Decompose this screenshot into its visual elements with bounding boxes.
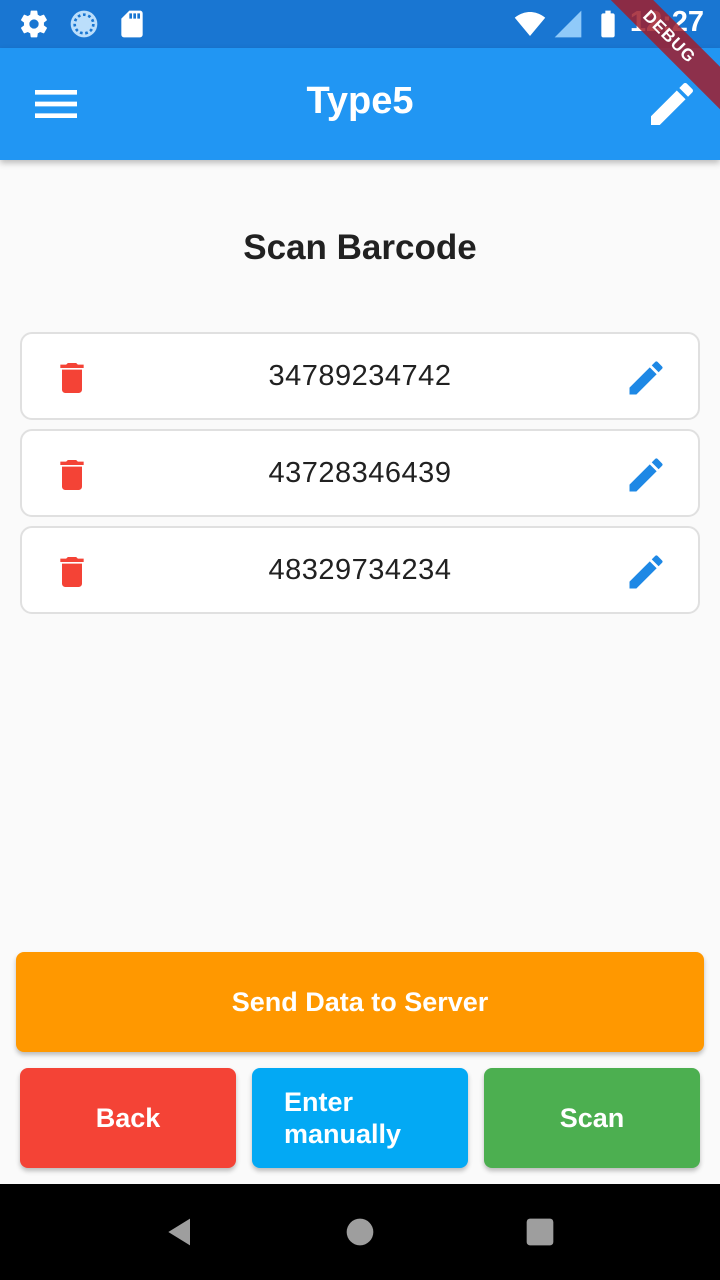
barcode-value: 43728346439 bbox=[268, 457, 452, 489]
edit-icon[interactable] bbox=[624, 550, 668, 594]
wifi-icon bbox=[514, 12, 546, 36]
scan-button-label: Scan bbox=[559, 1102, 625, 1133]
list-item: 43728346439 bbox=[20, 429, 700, 517]
barcode-list: 34789234742 43728346439 48329734234 bbox=[20, 332, 700, 623]
list-item: 34789234742 bbox=[20, 332, 700, 420]
screen: 12:27 Type5 DEBUG Scan Barcode 347892347… bbox=[0, 0, 720, 1280]
signal-icon bbox=[554, 10, 582, 38]
barcode-value: 48329734234 bbox=[268, 554, 452, 586]
enter-manually-line1: Enter bbox=[284, 1087, 354, 1117]
enter-manually-line2: manually bbox=[284, 1119, 402, 1149]
sd-card-icon bbox=[121, 10, 143, 38]
page-heading: Scan Barcode bbox=[243, 228, 477, 267]
back-button-label: Back bbox=[95, 1102, 161, 1133]
edit-icon[interactable] bbox=[644, 76, 700, 132]
enter-manually-button[interactable]: Enter manually bbox=[252, 1068, 468, 1168]
scan-button[interactable]: Scan bbox=[484, 1068, 700, 1168]
battery-icon bbox=[601, 10, 615, 38]
edit-icon[interactable] bbox=[624, 356, 668, 400]
send-data-button[interactable]: Send Data to Server bbox=[16, 952, 704, 1052]
sync-icon bbox=[70, 10, 98, 38]
nav-recents-icon[interactable] bbox=[520, 1212, 560, 1252]
edit-icon[interactable] bbox=[624, 453, 668, 497]
list-item: 48329734234 bbox=[20, 526, 700, 614]
app-title: Type5 bbox=[306, 80, 414, 122]
nav-back-icon[interactable] bbox=[160, 1212, 200, 1252]
nav-home-icon[interactable] bbox=[340, 1212, 380, 1252]
status-bar: 12:27 bbox=[0, 0, 720, 48]
gear-icon bbox=[21, 10, 47, 38]
action-button-row: Back Enter manually Scan bbox=[20, 1068, 700, 1168]
app-bar: Type5 bbox=[0, 48, 720, 160]
navigation-bar bbox=[0, 1184, 720, 1280]
enter-manually-label: Enter manually bbox=[284, 1086, 401, 1150]
back-button[interactable]: Back bbox=[20, 1068, 236, 1168]
barcode-value: 34789234742 bbox=[268, 360, 452, 392]
